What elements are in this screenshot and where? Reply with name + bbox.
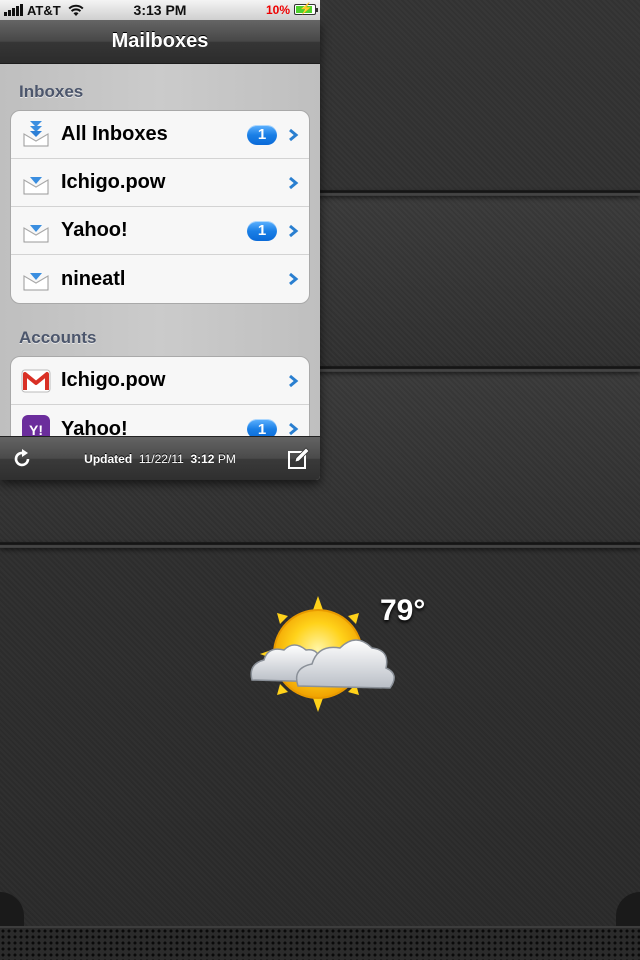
weather-widget[interactable]: 79° [240, 588, 450, 728]
refresh-icon[interactable] [10, 447, 34, 471]
unread-badge: 1 [247, 124, 277, 145]
gmail-icon [21, 369, 51, 392]
section-header-inboxes: Inboxes [19, 82, 84, 101]
mailbox-label: Ichigo.pow [61, 171, 166, 193]
page-title: Mailboxes [111, 30, 209, 52]
status-bar: AT&T 3:13 PM 10% ⚡ [0, 0, 320, 20]
mailbox-list[interactable]: Inboxes All Inboxes 1 Ichigo.pow Yahoo! … [0, 64, 320, 436]
last-updated-status: Updated 11/22/11 3:12 PM [44, 452, 276, 466]
inboxes-group: All Inboxes 1 Ichigo.pow Yahoo! 1 nineat… [10, 110, 310, 304]
chevron-right-icon [289, 374, 299, 387]
chevron-right-icon [289, 176, 299, 189]
updated-time: 3:12 [190, 451, 215, 466]
svg-text:Y!: Y! [29, 422, 43, 436]
accounts-group: Ichigo.pow Y! Yahoo! 1 [10, 356, 310, 436]
chevron-right-icon [289, 224, 299, 237]
compose-icon[interactable] [286, 446, 310, 471]
mailbox-row-all-inboxes[interactable]: All Inboxes 1 [11, 111, 309, 159]
updated-ampm: PM [217, 451, 236, 466]
chevron-right-icon [289, 128, 299, 141]
mail-popover: Mailboxes Inboxes All Inboxes 1 Ichigo.p… [0, 20, 320, 480]
dock-bar [0, 926, 640, 960]
carrier-name: AT&T [27, 2, 61, 18]
account-label: Yahoo! [61, 417, 128, 437]
chevron-right-icon [289, 272, 299, 286]
battery-icon: ⚡ [294, 3, 318, 15]
account-row-yahoo[interactable]: Y! Yahoo! 1 [11, 405, 309, 436]
unread-badge: 1 [247, 220, 277, 241]
mail-toolbar: Updated 11/22/11 3:12 PM [0, 436, 320, 480]
temperature: 79° [380, 594, 426, 627]
section-header-accounts: Accounts [19, 328, 97, 347]
mailbox-label: nineatl [61, 267, 126, 290]
mailbox-row-ichigo[interactable]: Ichigo.pow [11, 159, 309, 207]
nav-bar: Mailboxes [0, 20, 320, 64]
mailbox-label: Yahoo! [61, 219, 128, 241]
inbox-tray-icon [23, 176, 49, 194]
account-label: Ichigo.pow [61, 369, 166, 391]
inbox-tray-icon [23, 273, 49, 291]
signal-strength-icon [4, 4, 23, 16]
yahoo-icon: Y! [22, 415, 50, 436]
mailbox-row-yahoo[interactable]: Yahoo! 1 [11, 207, 309, 255]
all-inboxes-icon [23, 120, 49, 146]
shelf-divider [0, 542, 640, 548]
chevron-right-icon [289, 422, 299, 436]
wifi-icon [68, 4, 84, 16]
updated-date: 11/22/11 [138, 451, 184, 466]
battery-percent: 10% [265, 3, 290, 17]
unread-badge: 1 [247, 419, 277, 436]
account-row-ichigo[interactable]: Ichigo.pow [11, 357, 309, 405]
inbox-tray-icon [23, 224, 49, 242]
mailbox-label: All Inboxes [61, 123, 168, 145]
updated-label: Updated [84, 451, 133, 466]
mailbox-row-nineatl[interactable]: nineatl [11, 255, 309, 303]
